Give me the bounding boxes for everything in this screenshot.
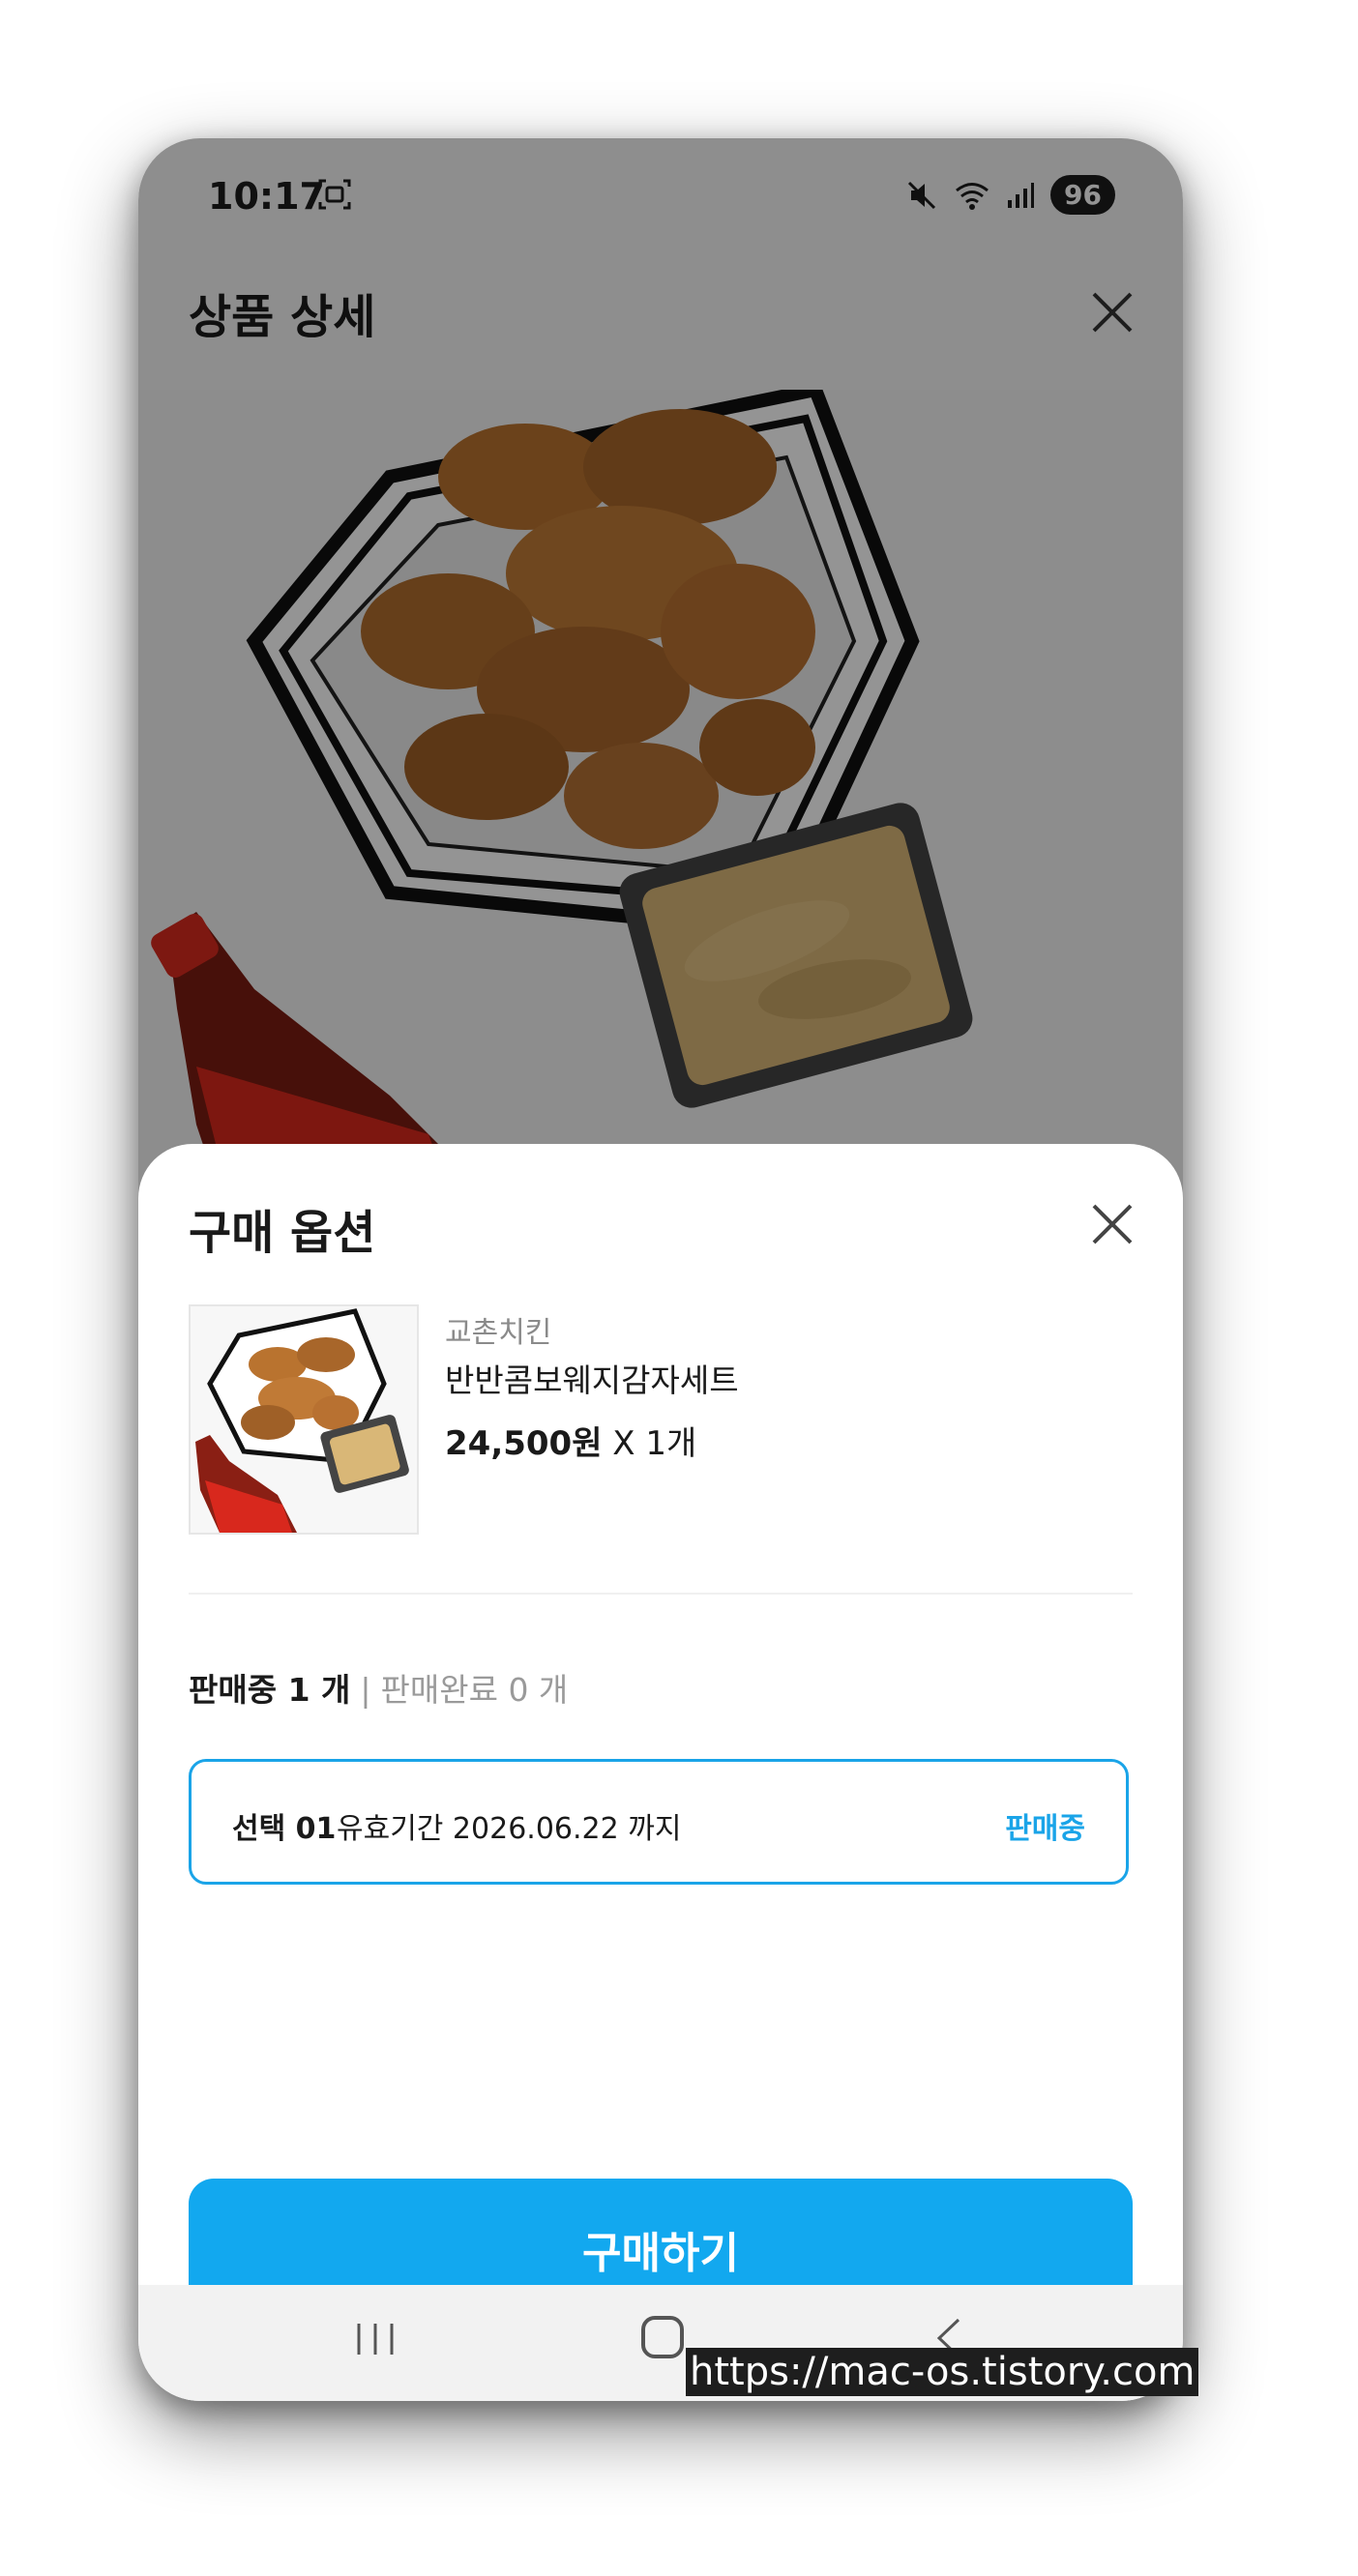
stock-sold-out: 판매완료 0 개 (380, 1671, 569, 1709)
quantity: X 1개 (612, 1424, 697, 1463)
price-line: 24,500원 X 1개 (445, 1417, 696, 1464)
product-thumbnail (189, 1304, 419, 1535)
price: 24,500원 (445, 1424, 603, 1463)
stock-separator: | (360, 1671, 371, 1709)
watermark: https://mac-os.tistory.com (686, 2348, 1199, 2396)
divider (189, 1593, 1133, 1595)
option-item[interactable]: 선택 01 유효기간 2026.06.22 까지 판매중 (189, 1759, 1129, 1885)
stock-on-sale: 판매중 1 개 (189, 1671, 351, 1709)
product-name: 반반콤보웨지감자세트 (445, 1361, 739, 1399)
phone-screen: 10:17 96 상품 상세 구매 옵션 교촌치킨 반반콤보웨지감자세트 24,… (138, 138, 1183, 2401)
option-status: 판매중 (1005, 1812, 1085, 1846)
close-icon[interactable] (1088, 1200, 1137, 1248)
stock-summary: 판매중 1 개 | 판매완료 0 개 (189, 1664, 568, 1711)
sheet-title: 구매 옵션 (189, 1206, 376, 1260)
brand-name: 교촌치킨 (445, 1316, 552, 1350)
option-label: 선택 01 (232, 1812, 337, 1846)
home-icon[interactable] (641, 2316, 684, 2358)
recent-apps-icon[interactable] (353, 2318, 398, 2360)
option-description: 유효기간 2026.06.22 까지 (337, 1812, 682, 1846)
purchase-options-sheet: 구매 옵션 교촌치킨 반반콤보웨지감자세트 24,500원 X 1개 판매중 1… (138, 1144, 1183, 2401)
